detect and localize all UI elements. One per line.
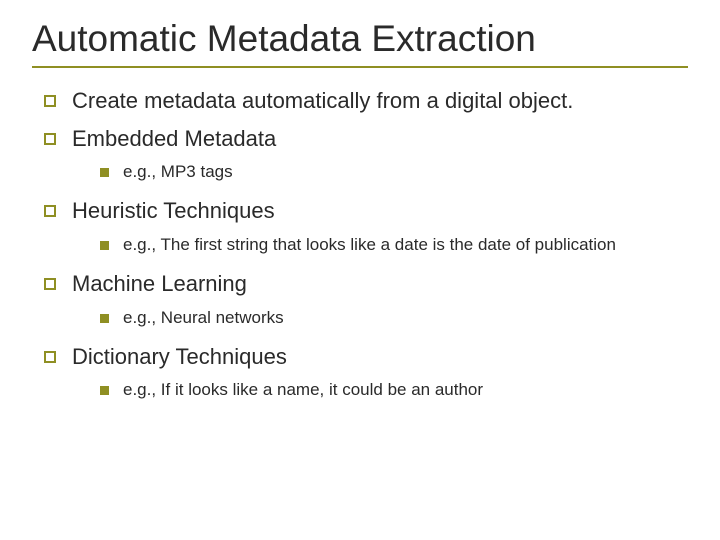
sub-bullet-text: e.g., Neural networks (123, 307, 284, 330)
bullet-text: Machine Learning (72, 269, 247, 299)
bullet-text: Dictionary Techniques (72, 342, 287, 372)
square-fill-bullet-icon (100, 386, 109, 395)
square-outline-bullet-icon (44, 351, 56, 363)
sub-bullet-item: e.g., If it looks like a name, it could … (100, 379, 684, 402)
bullet-item: Heuristic Techniques (44, 196, 684, 226)
square-outline-bullet-icon (44, 95, 56, 107)
slide-title: Automatic Metadata Extraction (32, 18, 688, 60)
bullet-item: Dictionary Techniques (44, 342, 684, 372)
sub-bullet-item: e.g., The first string that looks like a… (100, 234, 684, 257)
sub-bullet-text: e.g., MP3 tags (123, 161, 233, 184)
bullet-item: Machine Learning (44, 269, 684, 299)
square-fill-bullet-icon (100, 314, 109, 323)
bullet-text: Create metadata automatically from a dig… (72, 86, 573, 116)
square-outline-bullet-icon (44, 205, 56, 217)
square-outline-bullet-icon (44, 133, 56, 145)
sub-bullet-text: e.g., If it looks like a name, it could … (123, 379, 483, 402)
sub-bullet-item: e.g., Neural networks (100, 307, 684, 330)
sub-bullet-text: e.g., The first string that looks like a… (123, 234, 616, 257)
bullet-text: Embedded Metadata (72, 124, 276, 154)
slide: Automatic Metadata Extraction Create met… (0, 0, 720, 540)
bullet-item: Create metadata automatically from a dig… (44, 86, 684, 116)
sub-bullet-item: e.g., MP3 tags (100, 161, 684, 184)
square-outline-bullet-icon (44, 278, 56, 290)
square-fill-bullet-icon (100, 168, 109, 177)
bullet-text: Heuristic Techniques (72, 196, 275, 226)
square-fill-bullet-icon (100, 241, 109, 250)
title-underline (32, 66, 688, 68)
bullet-item: Embedded Metadata (44, 124, 684, 154)
slide-content: Create metadata automatically from a dig… (32, 86, 688, 402)
